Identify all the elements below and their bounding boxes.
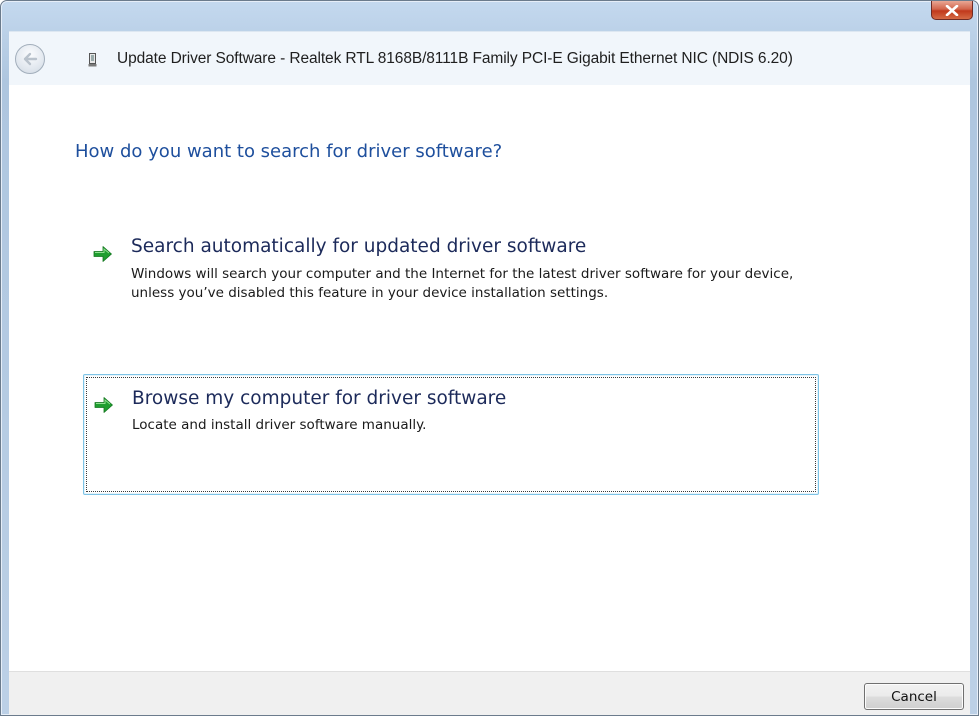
dialog-header: Update Driver Software - Realtek RTL 816… (9, 31, 970, 86)
browse-computer-option[interactable]: Browse my computer for driver software L… (83, 374, 819, 495)
option-description: Locate and install driver software manua… (132, 417, 427, 433)
option-title: Browse my computer for driver software (132, 388, 507, 409)
close-icon (945, 4, 959, 16)
option-title: Search automatically for updated driver … (131, 236, 587, 257)
close-button[interactable] (931, 1, 973, 20)
page-heading: How do you want to search for driver sof… (75, 141, 503, 162)
option-description: Windows will search your computer and th… (131, 266, 794, 301)
back-arrow-icon (23, 52, 38, 66)
cancel-button[interactable]: Cancel (864, 683, 964, 710)
network-adapter-icon (88, 53, 97, 67)
window-title: Update Driver Software - Realtek RTL 816… (117, 50, 793, 67)
dialog-content: How do you want to search for driver sof… (9, 85, 970, 672)
dialog-footer: Cancel (9, 671, 970, 715)
back-button[interactable] (15, 44, 45, 74)
update-driver-window: Update Driver Software - Realtek RTL 816… (0, 0, 979, 716)
search-automatically-option[interactable]: Search automatically for updated driver … (83, 230, 819, 345)
green-arrow-icon (94, 397, 113, 413)
green-arrow-icon (93, 246, 112, 262)
